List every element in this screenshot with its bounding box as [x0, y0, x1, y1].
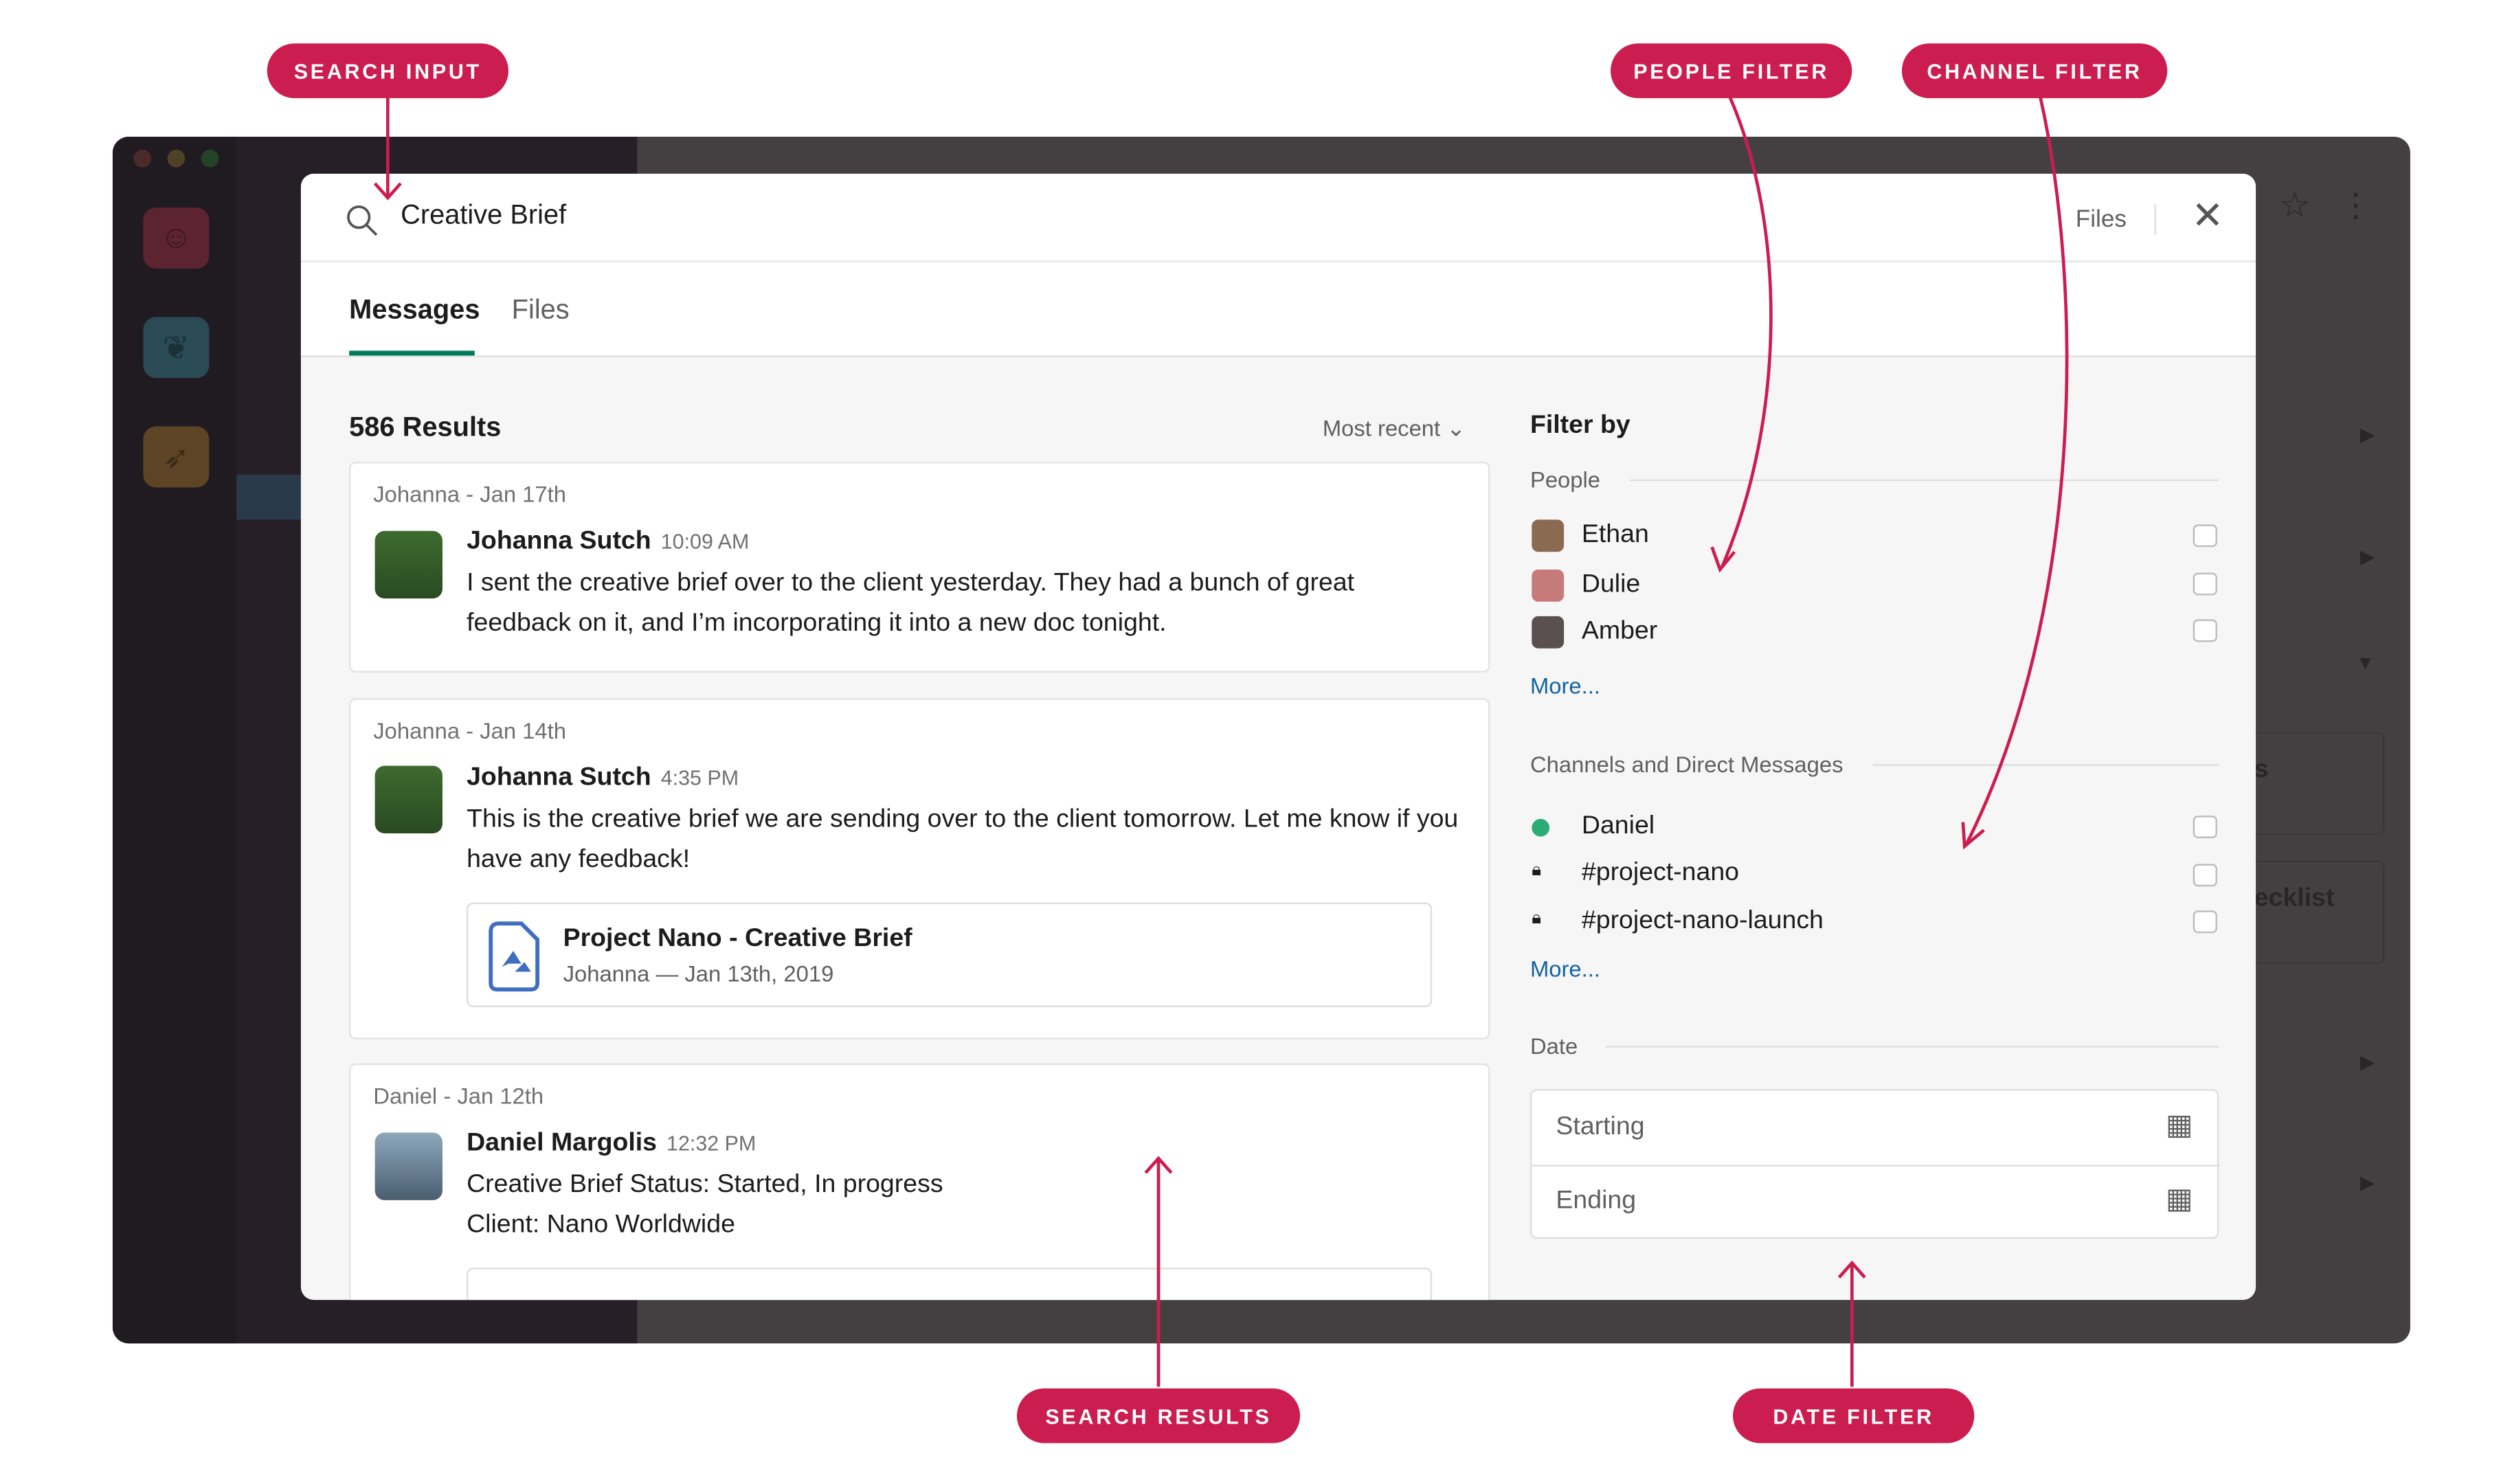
- workspace-leaf-icon[interactable]: ❦: [143, 317, 210, 379]
- sort-dropdown[interactable]: Most recent ⌄: [1323, 415, 1466, 442]
- callout-date-filter: DATE FILTER: [1733, 1388, 1975, 1443]
- message-header: Daniel Margolis 12:32 PM: [467, 1129, 756, 1158]
- chevron-down-icon: ⌄: [1446, 415, 1466, 441]
- checkbox[interactable]: [2193, 910, 2217, 934]
- callout-search-input: SEARCH INPUT: [267, 43, 508, 98]
- search-icon: [347, 205, 378, 236]
- expand-icon[interactable]: ▶: [2360, 423, 2375, 446]
- modal-header: Files ✕ Messages Files: [300, 173, 2256, 357]
- divider: [1606, 1046, 2219, 1048]
- channel-filter-project-nano-launch[interactable]: #project-nano-launch: [1582, 908, 1824, 936]
- timestamp: 10:09 AM: [660, 529, 750, 554]
- file-attachment[interactable]: [467, 1268, 1433, 1301]
- divider: [1630, 479, 2219, 482]
- avatar: [374, 765, 442, 834]
- search-result-card[interactable]: Johanna - Jan 14th Johanna Sutch 4:35 PM …: [349, 698, 1490, 1039]
- calendar-icon[interactable]: ▦: [2166, 1182, 2193, 1216]
- avatar: [1532, 616, 1565, 649]
- channel-filter-daniel[interactable]: Daniel: [1582, 813, 1655, 842]
- author-name[interactable]: Johanna Sutch: [467, 764, 651, 791]
- people-filter-amber[interactable]: Amber: [1582, 618, 1657, 647]
- checkbox[interactable]: [2193, 864, 2217, 887]
- sort-label: Most recent: [1322, 415, 1441, 441]
- avatar: [374, 1132, 442, 1200]
- channels-more-link[interactable]: More...: [1530, 956, 1600, 981]
- message-text: I sent the creative brief over to the cl…: [467, 569, 1355, 638]
- avatar: [1532, 569, 1565, 602]
- result-meta: Daniel - Jan 12th: [373, 1082, 544, 1109]
- star-icon[interactable]: ☆: [2278, 185, 2310, 227]
- lock-icon: 🔒︎: [1532, 909, 1542, 929]
- date-filter: Starting ▦ Ending ▦: [1529, 1089, 2221, 1239]
- checkbox[interactable]: [2193, 524, 2217, 548]
- divider: [2154, 204, 2156, 235]
- lock-icon: 🔒︎: [1532, 860, 1542, 880]
- message-text: Creative Brief Status: Started, In progr…: [467, 1171, 943, 1199]
- timestamp: 12:32 PM: [666, 1131, 757, 1156]
- checkbox[interactable]: [2193, 816, 2217, 839]
- file-title[interactable]: Project Nano - Creative Brief: [563, 925, 912, 954]
- search-result-card[interactable]: Daniel - Jan 12th Daniel Margolis 12:32 P…: [349, 1063, 1490, 1301]
- callout-channel-filter: CHANNEL FILTER: [1901, 43, 2168, 98]
- message-text: Client: Nano Worldwide: [467, 1211, 735, 1239]
- message-header: Johanna Sutch 4:35 PM: [467, 764, 739, 793]
- checkbox[interactable]: [2193, 619, 2217, 642]
- people-filter-ethan[interactable]: Ethan: [1582, 521, 1649, 550]
- channels-section-label: Channels and Direct Messages: [1529, 751, 1844, 778]
- results-count: 586 Results: [349, 412, 502, 442]
- people-filter-dulie[interactable]: Dulie: [1582, 571, 1640, 600]
- tab-messages[interactable]: Messages: [349, 295, 480, 327]
- divider: [1872, 764, 2219, 766]
- file-subtitle: Johanna — Jan 13th, 2019: [563, 960, 834, 987]
- search-scope-files[interactable]: Files: [2076, 206, 2127, 234]
- workspace-rocket-icon[interactable]: ➶: [143, 426, 210, 488]
- search-input[interactable]: [401, 199, 1849, 232]
- expand-icon[interactable]: ▶: [2360, 1050, 2375, 1073]
- message-header: Johanna Sutch 10:09 AM: [467, 528, 749, 556]
- background-card: s: [2236, 732, 2385, 835]
- divider: [1532, 1165, 2221, 1167]
- file-attachment[interactable]: Project Nano - Creative Brief Johanna — …: [467, 902, 1433, 1007]
- expand-icon[interactable]: ▶: [2360, 1171, 2375, 1194]
- timestamp: 4:35 PM: [660, 765, 739, 790]
- calendar-icon[interactable]: ▦: [2166, 1108, 2193, 1142]
- avatar: [1532, 519, 1565, 552]
- message-text: This is the creative brief we are sendin…: [467, 806, 1459, 874]
- starting-date-input[interactable]: Starting: [1556, 1113, 1644, 1142]
- maximize-window-button[interactable]: [201, 149, 219, 168]
- people-section-label: People: [1529, 466, 1601, 493]
- channel-filter-project-nano[interactable]: #project-nano: [1582, 859, 1739, 888]
- google-drive-file-icon: [489, 921, 540, 992]
- result-meta: Johanna - Jan 17th: [373, 481, 566, 507]
- close-icon[interactable]: ✕: [2191, 193, 2223, 240]
- people-more-link[interactable]: More...: [1530, 673, 1600, 698]
- avatar: [374, 530, 442, 599]
- tab-files[interactable]: Files: [512, 295, 570, 327]
- workspace-rail: ☺ ❦ ➶: [112, 137, 237, 1344]
- result-meta: Johanna - Jan 14th: [373, 717, 566, 743]
- search-modal: Files ✕ Messages Files 586 Results Most …: [300, 173, 2256, 1301]
- search-result-card[interactable]: Johanna - Jan 17th Johanna Sutch 10:09 AM…: [349, 462, 1490, 673]
- author-name[interactable]: Daniel Margolis: [467, 1129, 657, 1157]
- online-status-icon: [1532, 818, 1550, 837]
- minimize-window-button[interactable]: [167, 149, 186, 168]
- more-options-icon[interactable]: ⋮: [2340, 185, 2372, 225]
- close-window-button[interactable]: [133, 149, 152, 168]
- callout-search-results: SEARCH RESULTS: [1016, 1388, 1301, 1443]
- callout-people-filter: PEOPLE FILTER: [1611, 43, 1852, 98]
- expand-icon[interactable]: ▶: [2360, 546, 2375, 568]
- background-card: ecklist: [2236, 860, 2385, 964]
- workspace-smile-icon[interactable]: ☺: [143, 207, 210, 269]
- active-tab-underline: [349, 350, 475, 356]
- checkbox[interactable]: [2193, 572, 2217, 596]
- date-section-label: Date: [1529, 1033, 1578, 1059]
- ending-date-input[interactable]: Ending: [1556, 1187, 1636, 1216]
- filter-title: Filter by: [1529, 412, 1631, 440]
- author-name[interactable]: Johanna Sutch: [467, 528, 651, 555]
- collapse-icon[interactable]: ▼: [2356, 651, 2375, 674]
- search-bar: Files ✕: [300, 174, 2256, 262]
